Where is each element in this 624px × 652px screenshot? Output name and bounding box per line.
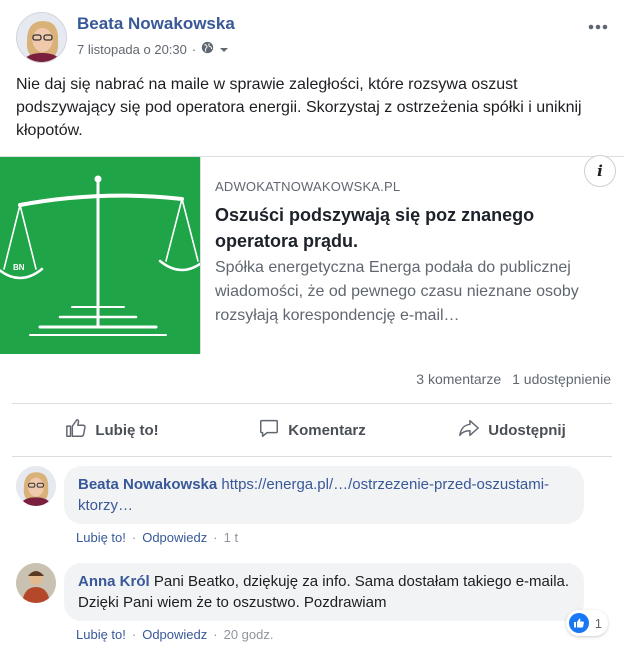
comment-bubble: Beata Nowakowska https://energa.pl/…/ost… [64,466,584,524]
comments-count[interactable]: 3 komentarze [416,371,501,387]
share-button[interactable]: Udostępnij [412,404,612,456]
reaction-count: 1 [594,615,602,631]
like-label: Lubię to! [95,421,159,439]
like-reaction-icon [568,613,589,633]
separator: · [213,530,218,545]
link-description: Spółka energetyczna Energa podała do pub… [215,259,579,324]
separator: · [131,530,137,545]
post-meta: 7 listopada o 20:30 · [77,41,229,57]
comment-time[interactable]: 20 godz. [224,627,274,642]
comment-like-link[interactable]: Lubię to! [76,627,126,642]
comment-bubble: Anna Król Pani Beatko, dziękuję za info.… [64,563,584,621]
comment-reply-link[interactable]: Odpowiedz [142,530,207,545]
comment-text: Pani Beatko, dziękuję za info. Sama dost… [78,573,570,611]
thumbs-up-icon [65,417,87,443]
link-domain: ADWOKATNOWAKOWSKA.PL [215,179,401,194]
comment-author[interactable]: Anna Król [78,573,150,590]
comment-actions: Lubię to! · Odpowiedz · 1 t [76,530,238,545]
author-avatar[interactable] [16,12,67,63]
shares-count[interactable]: 1 udostępnienie [512,371,611,387]
separator: · [131,627,137,642]
share-arrow-icon [458,417,480,443]
post-text: Nie daj się nabrać na maile w sprawie za… [16,76,582,139]
link-preview-image[interactable]: BN [0,157,206,354]
privacy-chevron-down-icon[interactable] [219,42,229,57]
comment-author[interactable]: Beata Nowakowska [78,476,217,493]
separator: · [213,627,218,642]
commenter-avatar[interactable] [16,466,56,506]
post-timestamp[interactable]: 7 listopada o 20:30 [77,42,187,57]
comment-item: Beata Nowakowska https://energa.pl/…/ost… [16,466,616,550]
comment-label: Komentarz [288,421,366,439]
like-button[interactable]: Lubię to! [12,404,212,456]
comment-reply-link[interactable]: Odpowiedz [142,627,207,642]
engagement-counts: 3 komentarze 1 udostępnienie [416,371,611,387]
commenter-avatar[interactable] [16,563,56,603]
link-title[interactable]: Oszuści podszywają się poz znanego opera… [215,202,595,254]
post-author-name[interactable]: Beata Nowakowska [77,14,235,34]
comment-reactions[interactable]: 1 [565,610,608,636]
post-header: Beata Nowakowska 7 listopada o 20:30 · [16,12,616,63]
info-icon[interactable]: i [584,155,616,187]
post-actions-bar: Lubię to! Komentarz Udostępnij [12,403,612,457]
comment-actions: Lubię to! · Odpowiedz · 20 godz. [76,627,273,642]
speech-bubble-icon [258,417,280,443]
comment-like-link[interactable]: Lubię to! [76,530,126,545]
link-preview-body[interactable]: ADWOKATNOWAKOWSKA.PL Oszuści podszywają … [200,155,624,354]
image-badge-text: BN [13,263,25,272]
more-dots-icon[interactable] [588,16,608,30]
meta-separator: · [191,41,197,57]
link-preview-card[interactable]: BN ADWOKATNOWAKOWSKA.PL Oszuści podszywa… [0,155,624,354]
share-label: Udostępnij [488,421,566,439]
globe-icon[interactable] [201,41,214,57]
comment-item: Anna Król Pani Beatko, dziękuję za info.… [16,563,616,649]
comment-button[interactable]: Komentarz [212,404,412,456]
comment-time[interactable]: 1 t [224,530,238,545]
